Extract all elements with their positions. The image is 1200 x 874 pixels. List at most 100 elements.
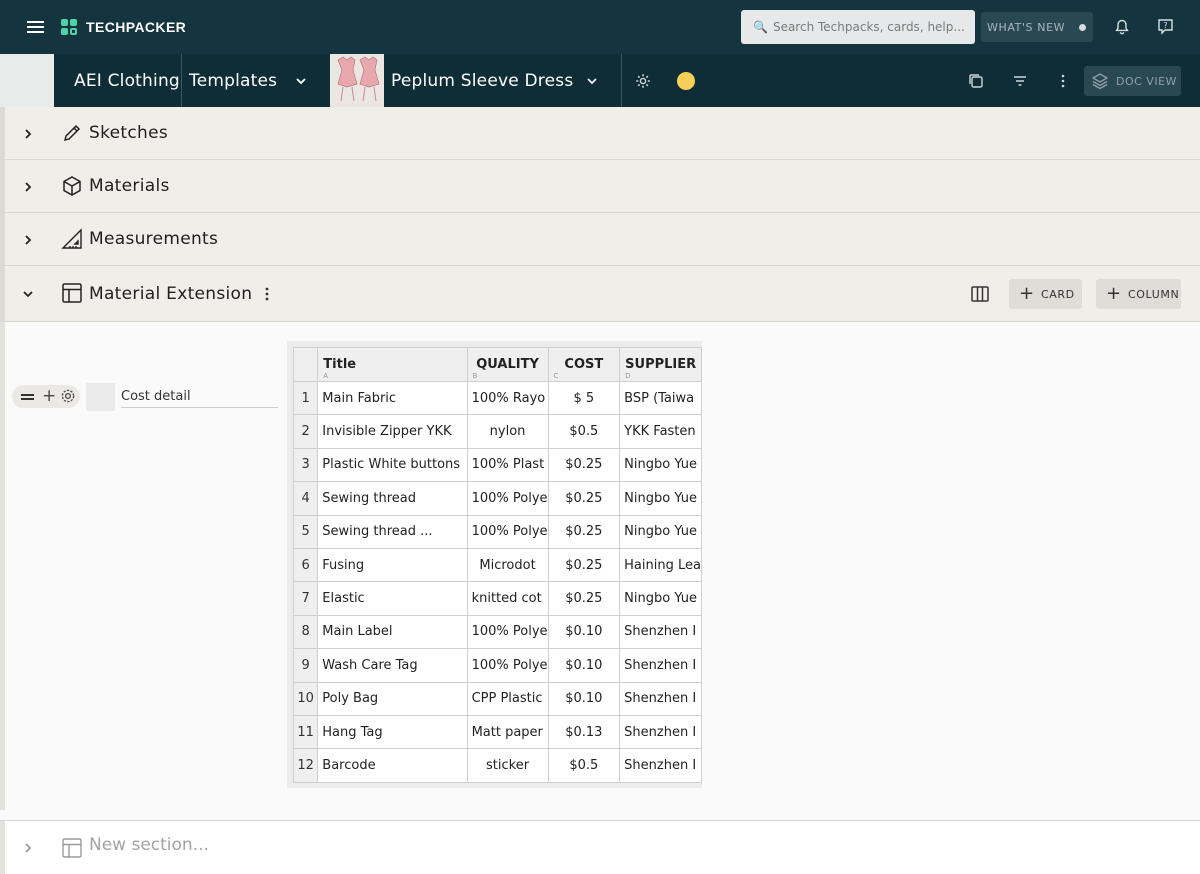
column-header[interactable]: Title A (317, 347, 468, 382)
cell-title[interactable]: Elastic (317, 581, 468, 616)
table-row: 3 Plastic White buttons 100% Plast $0.25 Nin… (292, 447, 702, 483)
cell-supplier[interactable]: Shenzhen I (619, 714, 702, 750)
table-row: 4 Sewing thread 100% Polye $0.25 Ningbo Yue (292, 481, 702, 516)
folder-chevron-down-icon[interactable] (294, 74, 308, 88)
cell-supplier[interactable]: YKK Fasten (619, 414, 702, 449)
cell-cost[interactable]: $0.10 (547, 614, 621, 650)
cell-title[interactable]: Plastic White buttons (317, 447, 468, 483)
cell-supplier[interactable]: Ningbo Yue (619, 481, 702, 516)
cell-title[interactable]: Sewing thread ... (317, 514, 468, 549)
help-feedback-icon[interactable]: ? (1157, 18, 1174, 35)
chevron-right-icon[interactable] (21, 180, 35, 194)
add-column-label: COLUMN (1128, 287, 1180, 301)
cell-supplier[interactable]: BSP (Taiwa (619, 380, 702, 416)
cell-cost[interactable]: $ 5 (547, 380, 621, 416)
card-title[interactable]: Cost detail (121, 389, 278, 408)
doc-view-button[interactable]: DOC VIEW (1084, 66, 1181, 96)
cell-quality[interactable]: 100% Polye (466, 614, 549, 650)
menu-icon[interactable] (27, 20, 47, 34)
column-layout-icon[interactable] (970, 284, 990, 304)
cell-cost[interactable]: $0.25 (547, 447, 621, 483)
add-card-button[interactable]: + CARD (1009, 279, 1082, 309)
cell-title[interactable]: Poly Bag (317, 681, 468, 716)
cell-cost[interactable]: $0.5 (547, 748, 621, 783)
section-materials[interactable]: Materials (0, 160, 1200, 213)
top-app-bar: TECHPACKER 🔍 WHAT'S NEW ? (0, 0, 1200, 54)
row-number: 11 (292, 714, 319, 750)
column-letter: B (472, 372, 478, 380)
status-indicator[interactable] (677, 72, 695, 90)
cell-title[interactable]: Wash Care Tag (317, 648, 468, 683)
cell-title[interactable]: Hang Tag (317, 714, 468, 750)
cell-quality[interactable]: Microdot (466, 547, 549, 583)
whats-new-button[interactable]: WHAT'S NEW (981, 12, 1093, 42)
section-measurements[interactable]: Measurements (0, 213, 1200, 266)
cell-quality[interactable]: Matt paper (466, 714, 549, 750)
cell-quality[interactable]: CPP Plastic (466, 681, 549, 716)
bell-icon[interactable] (1115, 19, 1129, 35)
cell-quality[interactable]: 100% Polye (466, 648, 549, 683)
cell-title[interactable]: Sewing thread (317, 481, 468, 516)
cell-supplier[interactable]: Shenzhen I (619, 648, 702, 683)
dress-sketch-icon (330, 54, 384, 107)
chevron-right-icon[interactable] (21, 841, 35, 855)
copy-icon[interactable] (967, 72, 985, 90)
cell-cost[interactable]: $0.10 (547, 681, 621, 716)
search-bar[interactable]: 🔍 (741, 10, 975, 44)
section-more-options-icon[interactable] (262, 285, 272, 303)
cell-title[interactable]: Barcode (317, 748, 468, 783)
cell-quality[interactable]: knitted cot (466, 581, 549, 616)
cell-quality[interactable]: 100% Polye (466, 481, 549, 516)
search-input[interactable] (772, 20, 968, 34)
cell-quality[interactable]: nylon (466, 414, 549, 449)
cell-quality[interactable]: 100% Polye (466, 514, 549, 549)
toolbar-divider (621, 54, 622, 107)
cell-cost[interactable]: $0.25 (547, 514, 621, 549)
cell-title[interactable]: Main Fabric (317, 380, 468, 416)
column-header[interactable]: QUALITY B (466, 347, 549, 382)
new-section-input[interactable] (89, 835, 489, 855)
add-column-button[interactable]: + COLUMN (1096, 279, 1181, 309)
cell-quality[interactable]: sticker (466, 748, 549, 783)
cell-supplier[interactable]: Shenzhen I (619, 681, 702, 716)
cell-supplier[interactable]: Shenzhen I (619, 748, 702, 783)
cell-cost[interactable]: $0.25 (547, 481, 621, 516)
card-select-checkbox[interactable] (86, 383, 115, 411)
table-row: 6 Fusing Microdot $0.25 Haining Lea (292, 547, 702, 583)
settings-gear-icon[interactable] (634, 72, 652, 90)
cell-supplier[interactable]: Ningbo Yue (619, 581, 702, 616)
breadcrumb-product[interactable]: Peplum Sleeve Dress (391, 54, 573, 107)
cell-cost[interactable]: $0.25 (547, 581, 621, 616)
cell-supplier[interactable]: Ningbo Yue (619, 447, 702, 483)
breadcrumb-organization[interactable]: AEI Clothing (74, 54, 180, 107)
cell-cost[interactable]: $0.25 (547, 547, 621, 583)
chevron-right-icon[interactable] (21, 233, 35, 247)
cell-title[interactable]: Fusing (317, 547, 468, 583)
section-sketches[interactable]: Sketches (0, 107, 1200, 160)
more-options-icon[interactable] (1054, 72, 1072, 90)
cell-title[interactable]: Invisible Zipper YKK (317, 414, 468, 449)
filter-icon[interactable] (1011, 72, 1029, 90)
chevron-right-icon[interactable] (21, 127, 35, 141)
app-logo[interactable]: TECHPACKER (61, 19, 186, 35)
cell-title[interactable]: Main Label (317, 614, 468, 650)
column-header[interactable]: SUPPLIER D (619, 347, 702, 382)
drag-handle-icon[interactable] (21, 394, 34, 402)
breadcrumb-folder[interactable]: Templates (189, 54, 277, 107)
cell-supplier[interactable]: Haining Lea (619, 547, 702, 583)
product-thumbnail[interactable] (330, 54, 384, 107)
cell-cost[interactable]: $0.13 (547, 714, 621, 750)
cell-cost[interactable]: $0.5 (547, 414, 621, 449)
chevron-down-icon[interactable] (21, 287, 35, 301)
cell-cost[interactable]: $0.10 (547, 648, 621, 683)
add-row-icon[interactable]: + (42, 386, 56, 406)
product-chevron-down-icon[interactable] (585, 74, 599, 88)
card-settings-icon[interactable] (60, 388, 76, 404)
column-header[interactable]: COST C (547, 347, 621, 382)
cell-supplier[interactable]: Ningbo Yue (619, 514, 702, 549)
cell-quality[interactable]: 100% Plast (466, 447, 549, 483)
section-title: Material Extension (89, 283, 253, 304)
cell-supplier[interactable]: Shenzhen I (619, 614, 702, 650)
cell-quality[interactable]: 100% Rayo (466, 380, 549, 416)
plus-icon: + (1106, 283, 1122, 304)
